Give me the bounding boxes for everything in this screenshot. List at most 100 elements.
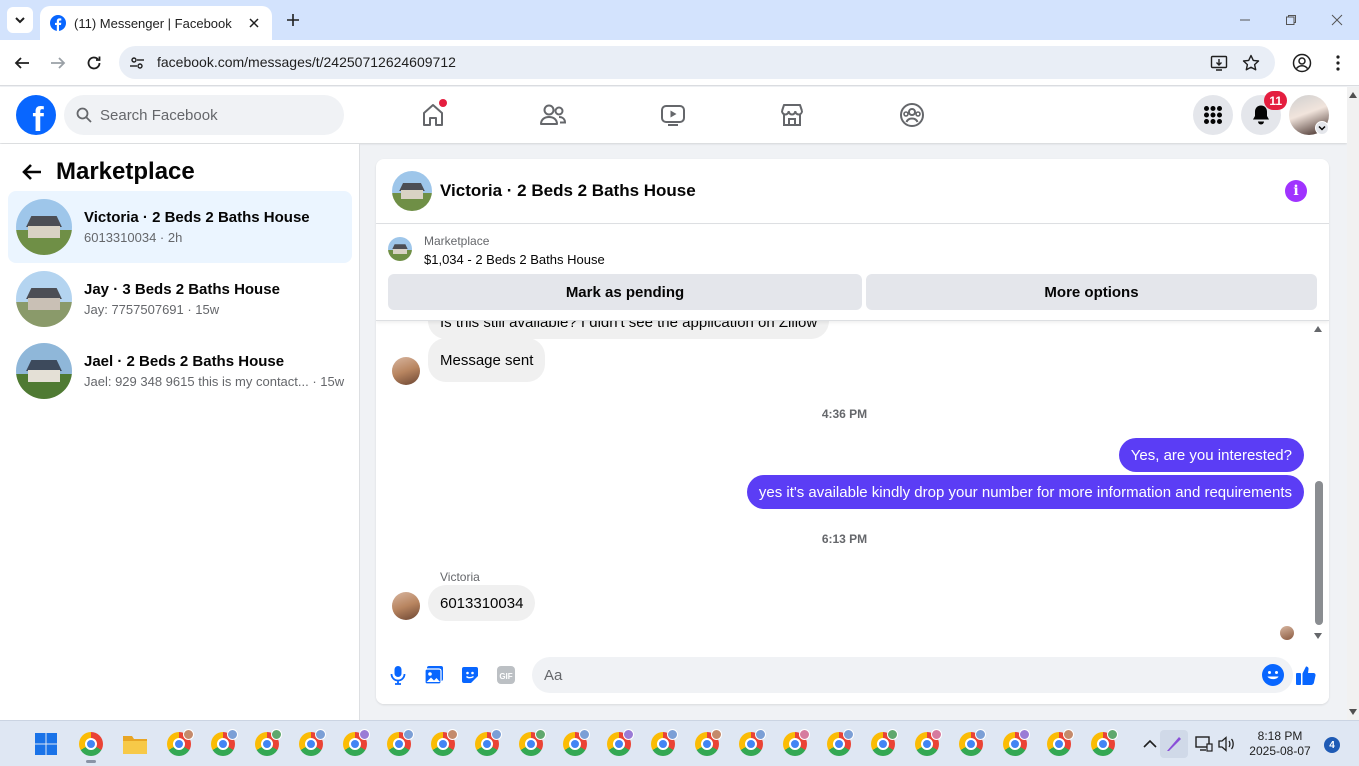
system-clock[interactable]: 8:18 PM 2025-08-07	[1244, 729, 1316, 759]
more-options-button[interactable]: More options	[866, 274, 1317, 310]
chrome-profile-taskbar-icon[interactable]	[253, 729, 282, 758]
browser-menu-button[interactable]	[1326, 51, 1350, 75]
address-bar[interactable]: facebook.com/messages/t/2425071262460971…	[119, 46, 1275, 79]
listing-price[interactable]: $1,034 - 2 Beds 2 Baths House	[424, 252, 605, 267]
thumbs-up-icon[interactable]	[1294, 663, 1318, 687]
chrome-profile-taskbar-icon[interactable]	[825, 729, 854, 758]
message-scrollbar-thumb[interactable]	[1315, 481, 1323, 625]
incoming-message[interactable]: Message sent	[428, 338, 546, 382]
site-settings-icon[interactable]	[128, 54, 146, 72]
chrome-taskbar-icon[interactable]	[77, 730, 105, 758]
sender-avatar[interactable]	[392, 592, 420, 620]
chrome-profile-taskbar-icon[interactable]	[429, 729, 458, 758]
chrome-profile-taskbar-icon[interactable]	[561, 729, 590, 758]
nav-video[interactable]	[657, 99, 689, 131]
file-explorer-icon[interactable]	[121, 730, 149, 758]
account-menu-caret[interactable]	[1315, 121, 1329, 135]
browser-profile-button[interactable]	[1290, 51, 1314, 75]
close-tab-icon[interactable]	[246, 15, 262, 31]
message-thread: Is this still available? I didn't see th…	[376, 321, 1329, 646]
chrome-profile-taskbar-icon[interactable]	[781, 729, 810, 758]
nav-groups[interactable]	[896, 99, 928, 131]
chrome-profile-taskbar-icon[interactable]	[209, 729, 238, 758]
page-scrollbar[interactable]	[1347, 87, 1359, 720]
listing-thumbnail	[16, 343, 72, 399]
message-input[interactable]	[544, 666, 1244, 684]
message-input-box[interactable]	[532, 657, 1293, 693]
photo-gallery-icon[interactable]	[422, 663, 446, 687]
sender-avatar[interactable]	[392, 357, 420, 385]
listing-banner: Marketplace $1,034 - 2 Beds 2 Baths Hous…	[376, 225, 1329, 321]
volume-icon[interactable]	[1213, 730, 1241, 758]
chrome-profile-taskbar-icon[interactable]	[341, 729, 370, 758]
chrome-profile-taskbar-icon[interactable]	[957, 729, 986, 758]
chrome-profile-taskbar-icon[interactable]	[605, 729, 634, 758]
notification-center-badge[interactable]: 4	[1324, 737, 1340, 753]
browser-tab[interactable]: (11) Messenger | Facebook	[40, 6, 272, 40]
page-scroll-down-icon[interactable]	[1348, 708, 1358, 716]
facebook-search-box[interactable]	[64, 95, 344, 135]
chrome-profile-taskbar-icon[interactable]	[693, 729, 722, 758]
outgoing-message[interactable]: Yes, are you interested?	[1118, 438, 1304, 472]
emoji-icon[interactable]	[1261, 663, 1285, 687]
conversation-item[interactable]: Jael · 2 Beds 2 Baths House Jael: 929 34…	[8, 335, 352, 407]
windows-start-icon[interactable]	[32, 730, 60, 758]
reload-button[interactable]	[82, 51, 106, 75]
chat-listing-avatar[interactable]	[392, 171, 432, 211]
conversation-info-icon[interactable]: i	[1285, 180, 1307, 202]
pen-menu-icon[interactable]	[1160, 730, 1188, 758]
chrome-profile-taskbar-icon[interactable]	[1001, 729, 1030, 758]
back-arrow-icon[interactable]	[20, 160, 44, 184]
arrow-right-icon	[51, 57, 66, 69]
listing-banner-thumbnail[interactable]	[388, 237, 412, 261]
chrome-profile-taskbar-icon[interactable]	[385, 729, 414, 758]
restore-window-button[interactable]	[1280, 10, 1302, 30]
back-button[interactable]	[10, 51, 34, 75]
facebook-top-nav: f 11	[0, 87, 1347, 143]
listing-category: Marketplace	[424, 234, 490, 248]
search-input[interactable]	[100, 106, 320, 124]
microphone-icon[interactable]	[386, 663, 410, 687]
chrome-profile-taskbar-icon[interactable]	[297, 729, 326, 758]
outgoing-message[interactable]: yes it's available kindly drop your numb…	[746, 475, 1304, 509]
clock-date: 2025-08-07	[1249, 744, 1311, 758]
new-tab-button[interactable]	[282, 9, 304, 31]
sticker-icon[interactable]	[458, 663, 482, 687]
chrome-profile-taskbar-icon[interactable]	[737, 729, 766, 758]
chrome-profile-taskbar-icon[interactable]	[1089, 729, 1118, 758]
chrome-profile-taskbar-icon[interactable]	[913, 729, 942, 758]
conversation-item[interactable]: Victoria · 2 Beds 2 Baths House 60133100…	[8, 191, 352, 263]
notifications-badge: 11	[1264, 91, 1287, 110]
chrome-profile-taskbar-icon[interactable]	[1045, 729, 1074, 758]
facebook-favicon-icon	[50, 15, 66, 31]
chrome-profile-taskbar-icon[interactable]	[165, 729, 194, 758]
nav-marketplace[interactable]	[776, 99, 808, 131]
incoming-message[interactable]: 6013310034	[428, 585, 536, 621]
chrome-profile-taskbar-icon[interactable]	[649, 729, 678, 758]
page-scroll-up-icon[interactable]	[1348, 91, 1358, 99]
scroll-down-arrow-icon[interactable]	[1313, 632, 1323, 640]
scroll-up-arrow-icon[interactable]	[1313, 325, 1323, 333]
incoming-message-partial[interactable]: Is this still available? I didn't see th…	[428, 321, 830, 339]
mark-as-pending-button[interactable]: Mark as pending	[388, 274, 862, 310]
chat-title[interactable]: Victoria · 2 Beds 2 Baths House	[440, 181, 696, 201]
minimize-window-button[interactable]	[1234, 10, 1256, 30]
notifications-button[interactable]: 11	[1241, 91, 1287, 135]
install-app-icon[interactable]	[1209, 53, 1229, 73]
gif-icon[interactable]: GIF	[494, 663, 518, 687]
chrome-profile-taskbar-icon[interactable]	[473, 729, 502, 758]
nav-home[interactable]	[417, 99, 449, 131]
forward-button[interactable]	[46, 51, 70, 75]
read-receipt-avatar	[1280, 626, 1294, 640]
conversation-item[interactable]: Jay · 3 Beds 2 Baths House Jay: 77575076…	[8, 263, 352, 335]
close-window-button[interactable]	[1326, 10, 1348, 30]
tab-search-button[interactable]	[7, 7, 33, 33]
chrome-profile-taskbar-icon[interactable]	[517, 729, 546, 758]
menu-grid-button[interactable]	[1193, 95, 1233, 135]
message-composer: GIF	[376, 646, 1329, 704]
chrome-profile-taskbar-icon[interactable]	[869, 729, 898, 758]
facebook-logo-icon[interactable]: f	[16, 95, 56, 135]
nav-friends[interactable]	[537, 99, 569, 131]
bookmark-star-icon[interactable]	[1241, 53, 1261, 73]
address-url: facebook.com/messages/t/2425071262460971…	[157, 54, 456, 70]
